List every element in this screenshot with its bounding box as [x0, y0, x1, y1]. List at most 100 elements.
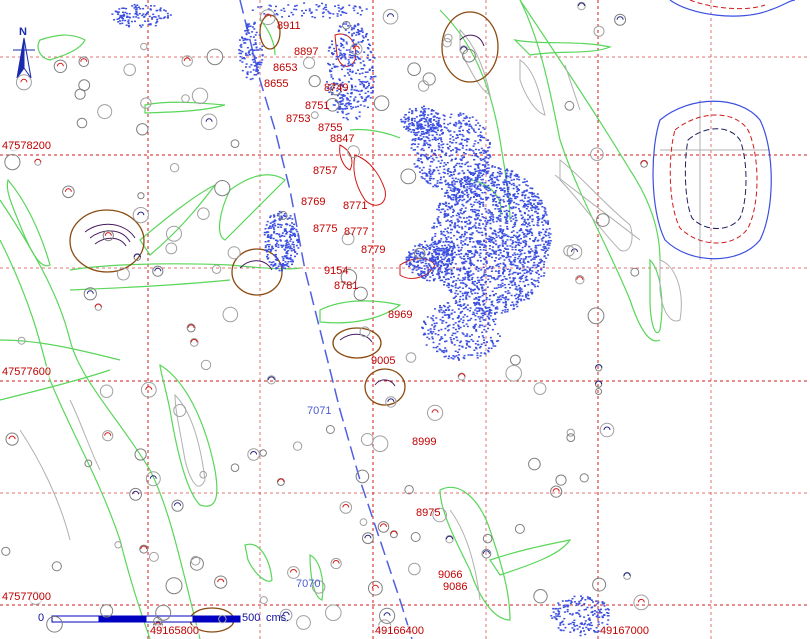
survey-point	[487, 317, 490, 319]
survey-point	[530, 278, 533, 280]
survey-point	[440, 328, 443, 331]
survey-point	[552, 611, 555, 613]
survey-point	[417, 138, 420, 140]
survey-point	[451, 249, 454, 252]
survey-point	[420, 176, 423, 178]
survey-point	[444, 201, 447, 204]
tree-symbol	[592, 577, 607, 592]
survey-point	[427, 122, 430, 124]
survey-point	[584, 620, 587, 622]
survey-point	[520, 237, 522, 240]
survey-point	[535, 196, 538, 198]
survey-point	[430, 113, 433, 115]
survey-point	[421, 138, 423, 140]
survey-point	[490, 177, 493, 180]
survey-point	[342, 40, 345, 42]
survey-point	[585, 608, 587, 611]
survey-point	[278, 263, 281, 265]
survey-point	[440, 248, 443, 250]
survey-point	[278, 233, 281, 235]
survey-point	[297, 239, 300, 241]
survey-point	[436, 257, 439, 259]
survey-point	[513, 184, 516, 187]
survey-point	[547, 220, 550, 222]
survey-point	[503, 210, 506, 213]
survey-point	[488, 267, 491, 269]
survey-point	[468, 125, 471, 127]
tree-symbol	[371, 435, 389, 453]
survey-point	[598, 610, 601, 612]
survey-point	[492, 318, 494, 321]
survey-point	[478, 267, 480, 270]
survey-point	[283, 230, 286, 232]
tree-symbol	[422, 72, 436, 86]
survey-point	[422, 108, 425, 110]
tree-canopy-mark	[387, 13, 394, 17]
survey-point	[449, 207, 452, 210]
survey-point	[444, 334, 447, 336]
survey-point	[246, 38, 249, 41]
survey-point	[447, 278, 450, 281]
survey-point	[495, 234, 498, 236]
survey-point	[464, 239, 467, 241]
survey-point	[477, 135, 480, 137]
survey-point	[470, 227, 473, 230]
survey-point	[457, 246, 460, 249]
feature-label: 8969	[388, 309, 413, 321]
survey-point	[266, 258, 269, 260]
survey-point	[257, 49, 260, 51]
survey-point	[474, 184, 477, 186]
survey-point	[439, 162, 442, 164]
survey-point	[471, 237, 474, 240]
survey-point	[530, 282, 533, 284]
survey-point	[344, 104, 347, 107]
survey-point	[159, 7, 162, 9]
feature-label: 8779	[361, 244, 386, 256]
survey-point	[537, 265, 540, 267]
survey-point	[431, 336, 434, 338]
survey-point	[515, 293, 518, 296]
survey-point	[457, 221, 460, 223]
tree-canopy-mark	[342, 504, 350, 508]
survey-point	[275, 5, 277, 8]
survey-point	[427, 333, 430, 335]
survey-point	[283, 264, 286, 266]
feature-label: 8781	[334, 280, 359, 292]
survey-point	[419, 114, 422, 116]
survey-point	[471, 263, 474, 265]
survey-point	[492, 233, 495, 235]
survey-point	[440, 144, 443, 146]
tree-symbol	[377, 521, 390, 533]
survey-point	[464, 276, 467, 279]
survey-point	[419, 158, 422, 160]
survey-point	[282, 7, 285, 10]
survey-point	[473, 324, 476, 326]
survey-point	[411, 117, 414, 120]
survey-point	[487, 212, 490, 214]
survey-point	[458, 300, 461, 303]
survey-point	[460, 240, 463, 242]
survey-point	[476, 266, 479, 269]
survey-point	[437, 273, 440, 276]
survey-point	[451, 181, 454, 183]
survey-point	[358, 115, 361, 118]
survey-point	[438, 134, 441, 136]
survey-point	[358, 93, 361, 96]
survey-point	[484, 232, 487, 235]
survey-point	[252, 36, 255, 38]
survey-point	[453, 344, 456, 346]
survey-point	[474, 319, 477, 321]
survey-point	[458, 345, 461, 347]
survey-point	[364, 87, 367, 90]
survey-point	[421, 147, 424, 150]
survey-point	[473, 288, 476, 291]
survey-point	[347, 25, 350, 27]
survey-point	[573, 601, 576, 603]
survey-point	[358, 33, 361, 35]
survey-point	[531, 218, 534, 221]
survey-point	[596, 616, 599, 618]
survey-point	[491, 238, 493, 241]
map-canvas[interactable]: N 49165800 49166400 49167000 47578200 47…	[0, 0, 810, 639]
survey-point	[497, 231, 500, 234]
survey-point	[537, 197, 540, 199]
